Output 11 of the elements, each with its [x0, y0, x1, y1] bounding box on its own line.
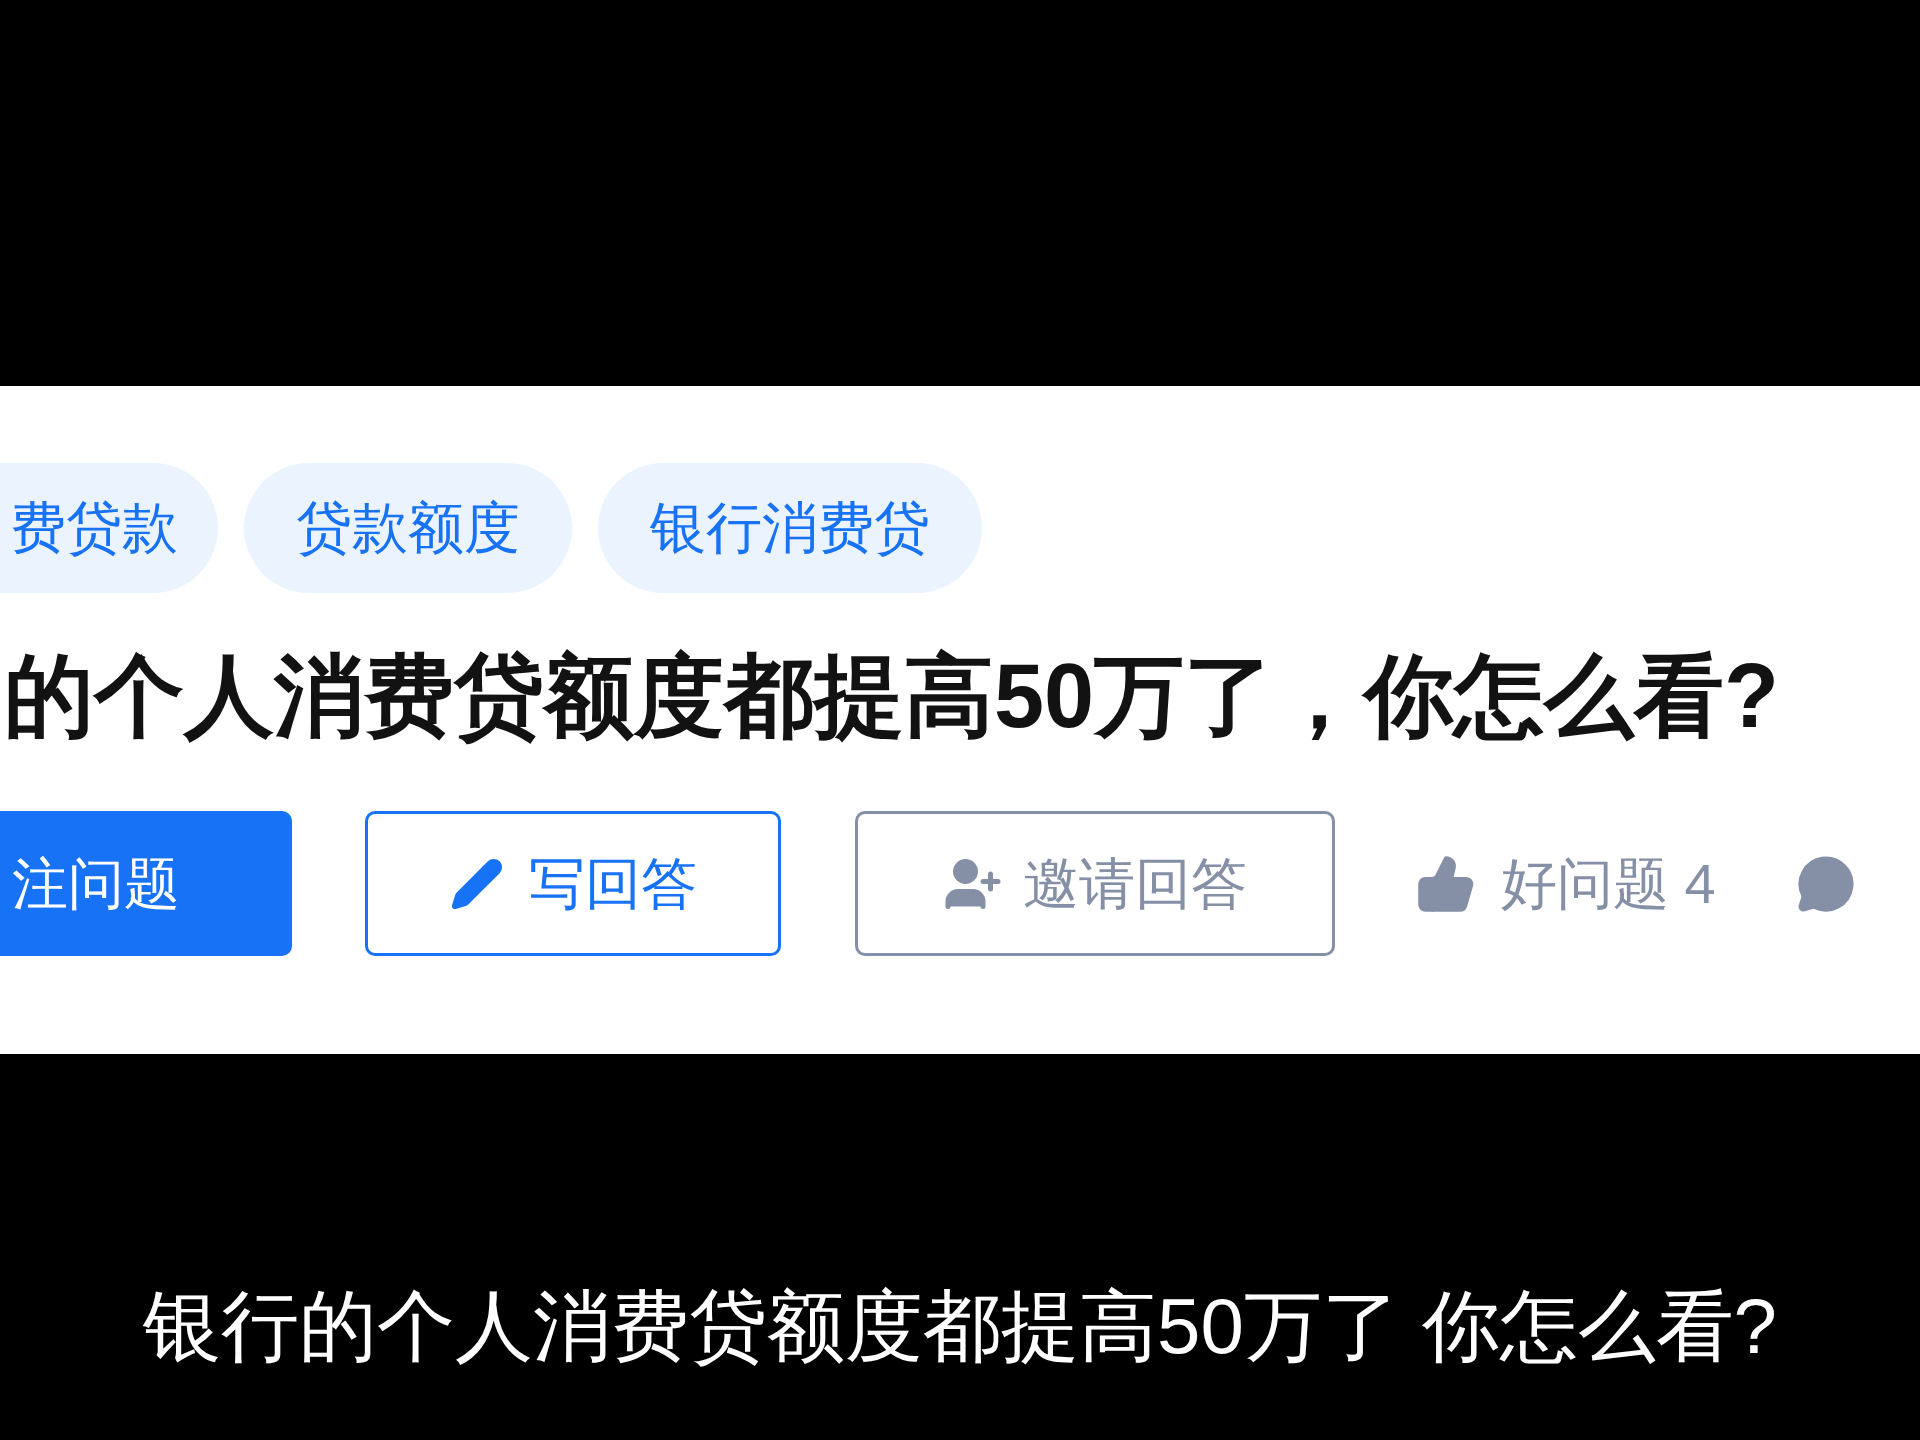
topic-tag[interactable]: 贷款额度	[244, 463, 572, 593]
good-question-button[interactable]: 好问题 4	[1415, 833, 1716, 934]
follow-button[interactable]: 注问题	[0, 811, 292, 956]
topic-tag[interactable]: 费贷款	[0, 463, 218, 593]
speech-bubble-icon	[1795, 853, 1856, 914]
invite-answer-button[interactable]: 邀请回答	[855, 811, 1335, 956]
question-title: 的个人消费贷额度都提高50万了，你怎么看?	[3, 645, 1781, 748]
subtitle-caption: 银行的个人消费贷额度都提高50万了 你怎么看?	[143, 1281, 1777, 1372]
write-answer-button[interactable]: 写回答	[365, 811, 781, 956]
comment-button[interactable]	[1795, 853, 1856, 914]
topic-tag[interactable]: 银行消费贷	[598, 463, 982, 593]
